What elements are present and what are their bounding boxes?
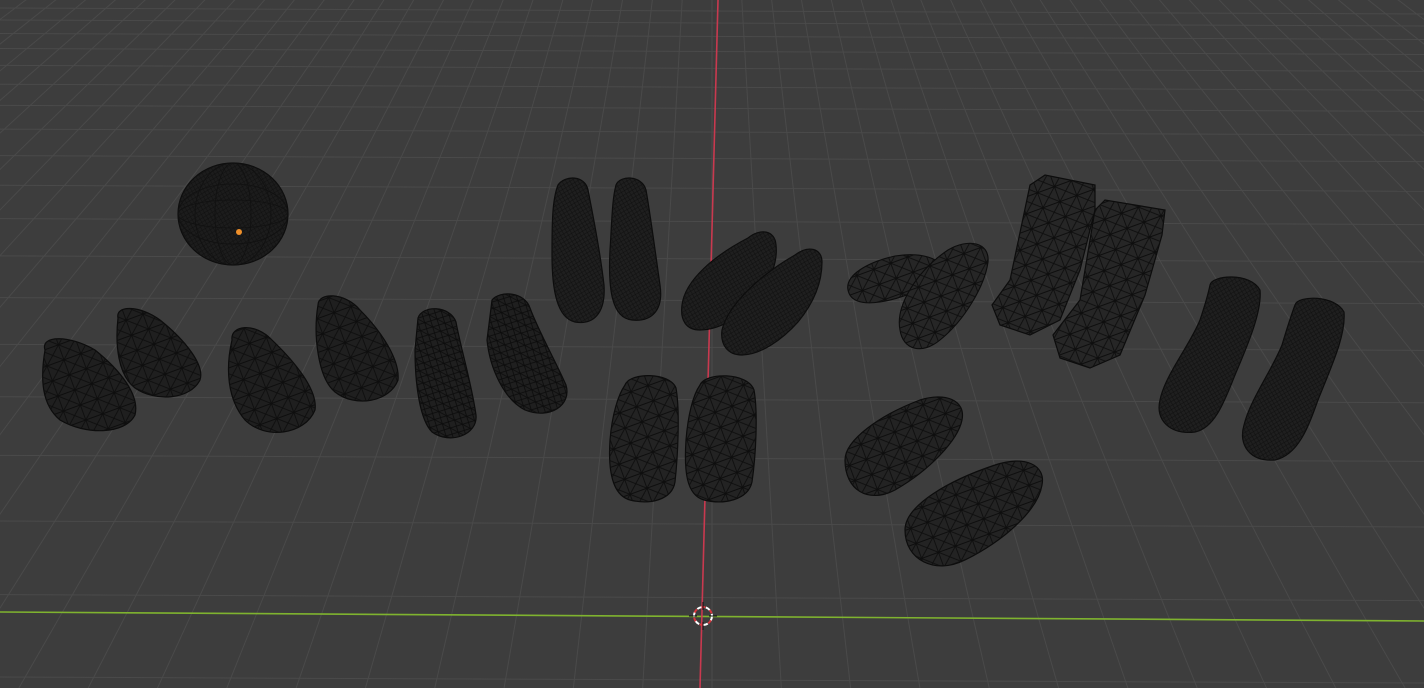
- sphere-object[interactable]: [177, 162, 289, 266]
- 3d-viewport[interactable]: [0, 0, 1424, 688]
- viewport-canvas[interactable]: [0, 0, 1424, 688]
- origin-dot-icon: [236, 229, 242, 235]
